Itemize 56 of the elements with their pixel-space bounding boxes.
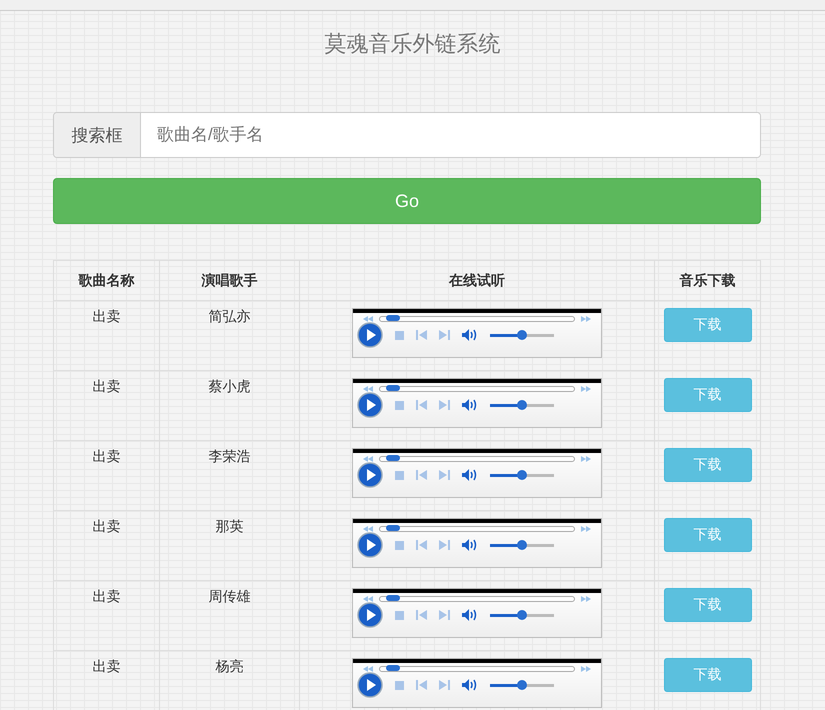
- song-name: 出卖: [92, 588, 120, 604]
- seek-track[interactable]: [379, 666, 575, 672]
- play-icon[interactable]: [357, 392, 383, 418]
- volume-icon[interactable]: [462, 539, 478, 551]
- volume-thumb[interactable]: [517, 540, 527, 550]
- column-header: 在线试听: [300, 260, 654, 300]
- volume-icon[interactable]: [462, 329, 478, 341]
- seek-thumb[interactable]: [386, 455, 400, 461]
- seek-track[interactable]: [379, 596, 575, 602]
- seek-track[interactable]: [379, 456, 575, 462]
- singer-name: 蔡小虎: [208, 378, 250, 394]
- column-header: 演唱歌手: [160, 260, 300, 300]
- download-button[interactable]: 下载: [664, 658, 752, 692]
- volume-icon[interactable]: [462, 399, 478, 411]
- download-button[interactable]: 下载: [664, 378, 752, 412]
- song-name: 出卖: [92, 518, 120, 534]
- seek-track[interactable]: [379, 526, 575, 532]
- seek-thumb[interactable]: [386, 315, 400, 321]
- volume-thumb[interactable]: [517, 610, 527, 620]
- seek-track[interactable]: [379, 386, 575, 392]
- go-button[interactable]: Go: [53, 178, 761, 224]
- play-icon[interactable]: [357, 532, 383, 558]
- column-header: 音乐下载: [654, 260, 760, 300]
- volume-thumb[interactable]: [517, 680, 527, 690]
- singer-name: 杨亮: [216, 658, 244, 674]
- song-name: 出卖: [92, 378, 120, 394]
- search-field[interactable]: 搜索框 歌曲名/歌手名: [53, 112, 761, 158]
- download-button[interactable]: 下载: [664, 308, 752, 342]
- seek-thumb[interactable]: [386, 525, 400, 531]
- seek-thumb[interactable]: [386, 595, 400, 601]
- volume-icon[interactable]: [462, 679, 478, 691]
- singer-name: 李荣浩: [208, 448, 250, 464]
- search-label: 搜索框: [54, 113, 141, 157]
- play-icon[interactable]: [357, 672, 383, 698]
- column-header: 歌曲名称: [54, 260, 160, 300]
- volume-icon[interactable]: [462, 469, 478, 481]
- singer-name: 简弘亦: [208, 308, 250, 324]
- download-button[interactable]: 下载: [664, 518, 752, 552]
- singer-name: 那英: [216, 518, 244, 534]
- song-name: 出卖: [92, 448, 120, 464]
- singer-name: 周传雄: [208, 588, 250, 604]
- play-icon[interactable]: [357, 322, 383, 348]
- volume-icon[interactable]: [462, 609, 478, 621]
- seek-track[interactable]: [379, 316, 575, 322]
- volume-thumb[interactable]: [517, 330, 527, 340]
- seek-thumb[interactable]: [386, 385, 400, 391]
- seek-thumb[interactable]: [386, 665, 400, 671]
- play-icon[interactable]: [357, 602, 383, 628]
- volume-thumb[interactable]: [517, 470, 527, 480]
- play-icon[interactable]: [357, 462, 383, 488]
- download-button[interactable]: 下载: [664, 448, 752, 482]
- song-name: 出卖: [92, 308, 120, 324]
- volume-thumb[interactable]: [517, 400, 527, 410]
- page-title: 莫魂音乐外链系统: [324, 31, 502, 59]
- download-button[interactable]: 下载: [664, 588, 752, 622]
- song-name: 出卖: [92, 658, 120, 674]
